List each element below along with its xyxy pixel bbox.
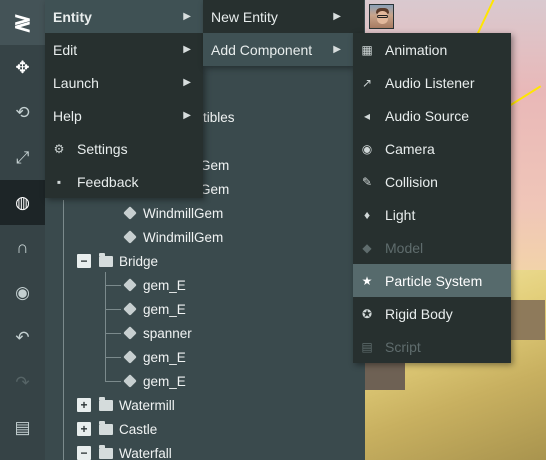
- menu-item-rigid-body[interactable]: ✪ Rigid Body: [353, 297, 511, 330]
- menu-item-launch[interactable]: Launch ▶: [45, 66, 203, 99]
- menu-item-audio-source[interactable]: ◂ Audio Source: [353, 99, 511, 132]
- redo-icon[interactable]: ↷: [0, 360, 45, 405]
- hierarchy-item[interactable]: WindmillGem: [123, 225, 223, 249]
- chevron-right-icon: ▶: [183, 11, 191, 22]
- hierarchy-item[interactable]: gem_E: [123, 345, 186, 369]
- hierarchy-item[interactable]: spanner: [123, 321, 192, 345]
- folder-icon: [99, 420, 113, 436]
- chevron-right-icon: ▶: [333, 44, 341, 55]
- menu-item-camera[interactable]: ◉ Camera: [353, 132, 511, 165]
- menu-item-entity[interactable]: Entity ▶: [45, 0, 203, 33]
- hierarchy-item[interactable]: WindmillGem: [123, 201, 223, 225]
- animation-icon: ▦: [361, 42, 373, 57]
- menu-item-particle-system[interactable]: ★ Particle System: [353, 264, 511, 297]
- toolbar: ≷ ✥ ⟲ ⤢ ◍ ∩ ◉ ↶ ↷ ▤: [0, 0, 45, 460]
- hierarchy-item[interactable]: tibles: [203, 105, 235, 129]
- menu-item-collision[interactable]: ✎ Collision: [353, 165, 511, 198]
- menu-item-feedback[interactable]: ▪ Feedback: [45, 165, 203, 198]
- light-icon: ♦: [363, 207, 371, 222]
- chat-icon[interactable]: ▤: [0, 405, 45, 450]
- avatar[interactable]: [369, 4, 394, 29]
- collapse-toggle[interactable]: −: [77, 446, 91, 460]
- feedback-icon: ▪: [56, 174, 62, 189]
- model-icon: ◆: [362, 240, 372, 255]
- menu-item-edit[interactable]: Edit ▶: [45, 33, 203, 66]
- menu-item-audio-listener[interactable]: ↗ Audio Listener: [353, 66, 511, 99]
- add-component-submenu: ▦ Animation ↗ Audio Listener ◂ Audio Source…: [353, 33, 511, 363]
- expand-toggle[interactable]: +: [77, 422, 91, 436]
- hierarchy-item[interactable]: − Waterfall: [77, 441, 172, 460]
- menu-item-animation[interactable]: ▦ Animation: [353, 33, 511, 66]
- move-icon[interactable]: ✥: [0, 45, 45, 90]
- entity-submenu: New Entity ▶ Add Component ▶: [203, 0, 353, 66]
- hierarchy-item[interactable]: Gem: [200, 177, 229, 201]
- logo-icon[interactable]: ≷: [0, 0, 45, 45]
- entity-icon: [123, 350, 137, 364]
- gear-icon: ⚙: [53, 141, 65, 156]
- menu-item-model[interactable]: ◆ Model: [353, 231, 511, 264]
- new-entity-submenu-edge: [353, 0, 364, 33]
- menu-item-new-entity[interactable]: New Entity ▶: [203, 0, 353, 33]
- magnet-icon[interactable]: ∩: [0, 225, 45, 270]
- folder-icon: [99, 252, 113, 268]
- hierarchy-item[interactable]: gem_E: [123, 369, 186, 393]
- menu-item-help[interactable]: Help ▶: [45, 99, 203, 132]
- rigid-body-icon: ✪: [361, 306, 373, 321]
- chevron-right-icon: ▶: [183, 110, 191, 121]
- menu-item-settings[interactable]: ⚙ Settings: [45, 132, 203, 165]
- star-icon: ★: [361, 273, 373, 288]
- folder-icon: [99, 444, 113, 460]
- main-menu: Entity ▶ Edit ▶ Launch ▶ Help ▶ ⚙ Settings ▪ F…: [45, 0, 203, 198]
- hierarchy-item[interactable]: + Castle: [77, 417, 157, 441]
- menu-item-light[interactable]: ♦ Light: [353, 198, 511, 231]
- entity-icon: [123, 230, 137, 244]
- chevron-right-icon: ▶: [183, 77, 191, 88]
- chevron-right-icon: ▶: [183, 44, 191, 55]
- hierarchy-item[interactable]: − Bridge: [77, 249, 158, 273]
- chevron-right-icon: ▶: [333, 11, 341, 22]
- entity-icon: [123, 326, 137, 340]
- entity-icon: [123, 206, 137, 220]
- entity-icon: [123, 374, 137, 388]
- hierarchy-item[interactable]: gem_E: [123, 297, 186, 321]
- eye-icon[interactable]: ◉: [0, 270, 45, 315]
- hierarchy-item[interactable]: gem_E: [123, 273, 186, 297]
- hierarchy-item[interactable]: Gem: [200, 153, 229, 177]
- audio-listener-icon: ↗: [361, 75, 373, 90]
- collapse-toggle[interactable]: −: [77, 254, 91, 268]
- world-icon[interactable]: ◍: [0, 180, 45, 225]
- camera-icon: ◉: [361, 141, 373, 156]
- folder-icon: [99, 396, 113, 412]
- entity-icon: [123, 278, 137, 292]
- rotate-icon[interactable]: ⟲: [0, 90, 45, 135]
- speaker-icon: ◂: [363, 108, 371, 123]
- hierarchy-item[interactable]: + Watermill: [77, 393, 175, 417]
- scale-icon[interactable]: ⤢: [0, 135, 45, 180]
- undo-icon[interactable]: ↶: [0, 315, 45, 360]
- entity-icon: [123, 302, 137, 316]
- script-icon: ▤: [361, 339, 373, 354]
- expand-toggle[interactable]: +: [77, 398, 91, 412]
- menu-item-add-component[interactable]: Add Component ▶: [203, 33, 353, 66]
- menu-item-script[interactable]: ▤ Script: [353, 330, 511, 363]
- wrench-icon: ✎: [361, 174, 373, 189]
